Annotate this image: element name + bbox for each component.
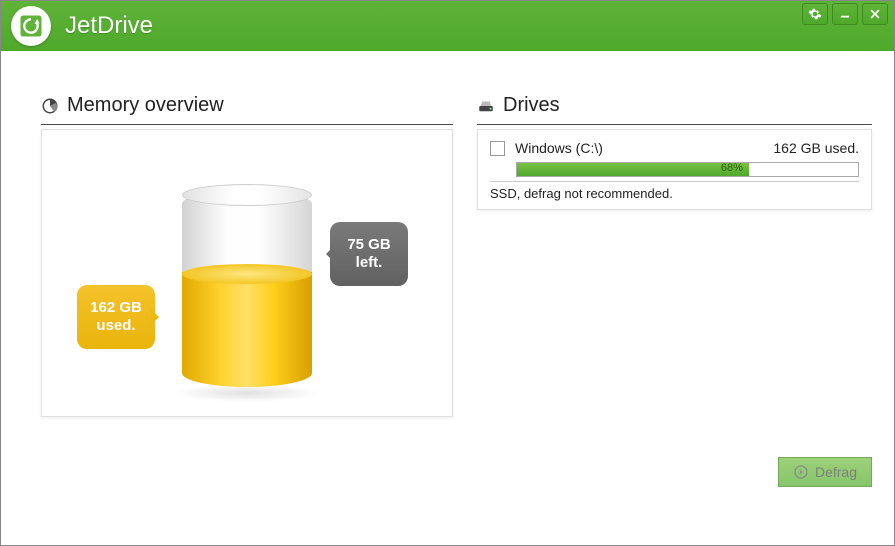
progress-percent-label: 68% [721,162,743,174]
progress-bar: 68% [516,162,859,177]
pie-chart-icon [41,97,59,115]
memory-panel-title: Memory overview [67,94,224,117]
app-title: JetDrive [65,12,153,40]
storage-cylinder [182,190,312,390]
memory-card: 162 GB used. 75 GB left. [41,129,453,417]
drive-progress: 68% [516,162,859,177]
titlebar: JetDrive [1,1,894,51]
defrag-button[interactable]: Defrag [778,457,872,487]
drive-used-label: 162 GB used. [773,140,859,156]
close-icon [868,7,882,21]
settings-button[interactable] [802,3,828,25]
drive-note: SSD, defrag not recommended. [490,181,859,201]
drive-icon [477,97,495,115]
drives-panel-title: Drives [503,94,560,117]
app-window: JetDrive Memory overview [0,0,895,546]
content-area: Memory overview 162 GB used. 75 GB left. [1,51,894,545]
free-bubble: 75 GB left. [330,222,408,286]
drive-row: Windows (C:\) 162 GB used. [490,140,859,156]
recycle-box-icon [17,12,45,40]
close-button[interactable] [862,3,888,25]
arrow-right-circle-icon [793,464,809,480]
drives-panel-header: Drives [477,91,872,125]
memory-panel-header: Memory overview [41,91,453,125]
app-logo [11,6,51,46]
minimize-button[interactable] [832,3,858,25]
gear-icon [808,7,822,21]
minimize-icon [838,7,852,21]
defrag-button-label: Defrag [815,464,857,480]
drives-panel: Drives Windows (C:\) 162 GB used. 68% SS… [477,91,872,523]
used-bubble: 162 GB used. [77,285,155,349]
drive-item: Windows (C:\) 162 GB used. 68% SSD, defr… [477,129,872,210]
drive-checkbox[interactable] [490,141,505,156]
memory-overview-panel: Memory overview 162 GB used. 75 GB left. [41,91,453,523]
window-controls [802,1,888,51]
drive-name: Windows (C:\) [515,140,763,156]
progress-fill: 68% [517,163,749,176]
